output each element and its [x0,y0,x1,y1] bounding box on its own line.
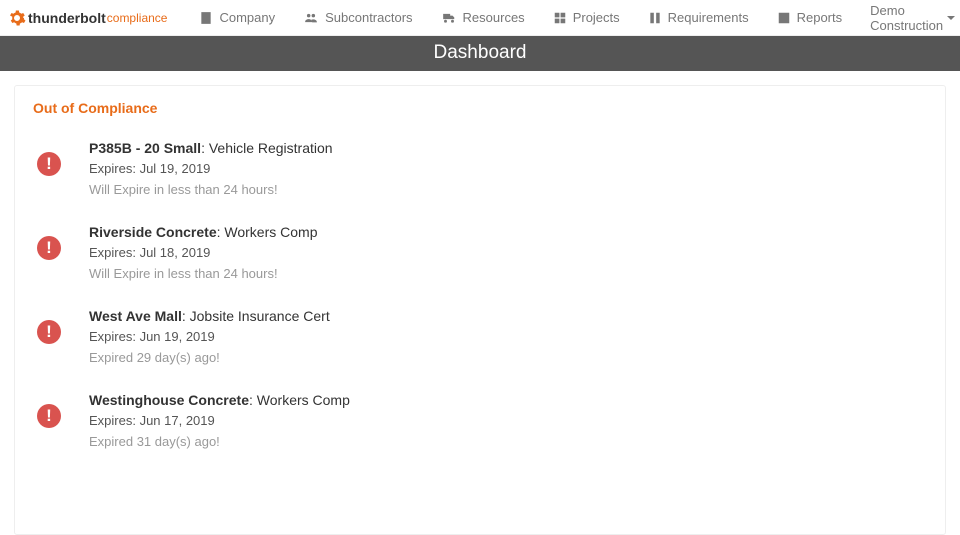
top-navbar: thunderboltcompliance Company Subcontrac… [0,0,960,36]
compliance-item-title: West Ave Mall: Jobsite Insurance Cert [89,306,330,326]
compliance-item[interactable]: ! P385B - 20 Small: Vehicle Registration E… [33,138,927,200]
alert-icon: ! [37,152,61,176]
nav-projects-label: Projects [573,10,620,25]
page-content: Out of Compliance ! P385B - 20 Small: Veh… [0,71,960,535]
compliance-item-name: P385B - 20 Small [89,140,201,156]
compliance-panel: Out of Compliance ! P385B - 20 Small: Veh… [14,85,946,535]
grid-icon [553,11,567,25]
compliance-item-name: Westinghouse Concrete [89,392,249,408]
nav-company-label: Company [219,10,275,25]
page-title: Dashboard [434,42,527,63]
truck-icon [441,11,457,25]
nav-resources-label: Resources [463,10,525,25]
nav-subcontractors[interactable]: Subcontractors [289,0,426,36]
section-title: Out of Compliance [33,100,927,116]
nav-requirements-label: Requirements [668,10,749,25]
brand-text-1: thunderbolt [28,10,106,26]
book-icon [648,11,662,25]
compliance-item-status: Will Expire in less than 24 hours! [89,265,317,284]
brand-logo[interactable]: thunderboltcompliance [8,9,167,27]
alert-icon: ! [37,404,61,428]
compliance-item[interactable]: ! Westinghouse Concrete: Workers Comp Expi… [33,390,927,452]
compliance-item-title: Westinghouse Concrete: Workers Comp [89,390,350,410]
nav-reports[interactable]: Reports [763,0,857,36]
compliance-item-expires: Expires: Jul 19, 2019 [89,160,333,179]
chart-icon [777,11,791,25]
caret-down-icon [947,16,955,20]
building-icon [199,11,213,25]
compliance-item-title: P385B - 20 Small: Vehicle Registration [89,138,333,158]
compliance-item-body: P385B - 20 Small: Vehicle Registration Ex… [89,138,333,200]
compliance-item-requirement: Workers Comp [257,392,350,408]
compliance-item-expires: Expires: Jul 18, 2019 [89,244,317,263]
compliance-item[interactable]: ! West Ave Mall: Jobsite Insurance Cert Ex… [33,306,927,368]
compliance-item-expires: Expires: Jun 19, 2019 [89,328,330,347]
alert-icon: ! [37,320,61,344]
nav-projects[interactable]: Projects [539,0,634,36]
nav-reports-label: Reports [797,10,843,25]
compliance-item-title: Riverside Concrete: Workers Comp [89,222,317,242]
brand-text-2: compliance [107,11,168,25]
compliance-item-body: Westinghouse Concrete: Workers Comp Expir… [89,390,350,452]
nav-requirements[interactable]: Requirements [634,0,763,36]
compliance-item-requirement: Workers Comp [224,224,317,240]
compliance-item[interactable]: ! Riverside Concrete: Workers Comp Expires… [33,222,927,284]
compliance-item-body: Riverside Concrete: Workers Comp Expires:… [89,222,317,284]
compliance-item-requirement: Vehicle Registration [209,140,333,156]
nav-company[interactable]: Company [185,0,289,36]
compliance-item-status: Expired 29 day(s) ago! [89,349,330,368]
gear-icon [8,9,26,27]
compliance-item-status: Expired 31 day(s) ago! [89,433,350,452]
compliance-item-status: Will Expire in less than 24 hours! [89,181,333,200]
compliance-item-requirement: Jobsite Insurance Cert [190,308,330,324]
compliance-item-name: West Ave Mall [89,308,182,324]
compliance-list: ! P385B - 20 Small: Vehicle Registration E… [33,138,927,452]
alert-icon: ! [37,236,61,260]
nav-subcontractors-label: Subcontractors [325,10,412,25]
compliance-item-expires: Expires: Jun 17, 2019 [89,412,350,431]
nav-resources[interactable]: Resources [427,0,539,36]
users-icon [303,11,319,25]
compliance-item-body: West Ave Mall: Jobsite Insurance Cert Exp… [89,306,330,368]
compliance-item-name: Riverside Concrete [89,224,217,240]
page-title-bar: Dashboard [0,36,960,71]
nav-account-dropdown[interactable]: Demo Construction [856,0,960,36]
nav-account-label: Demo Construction [870,3,943,33]
